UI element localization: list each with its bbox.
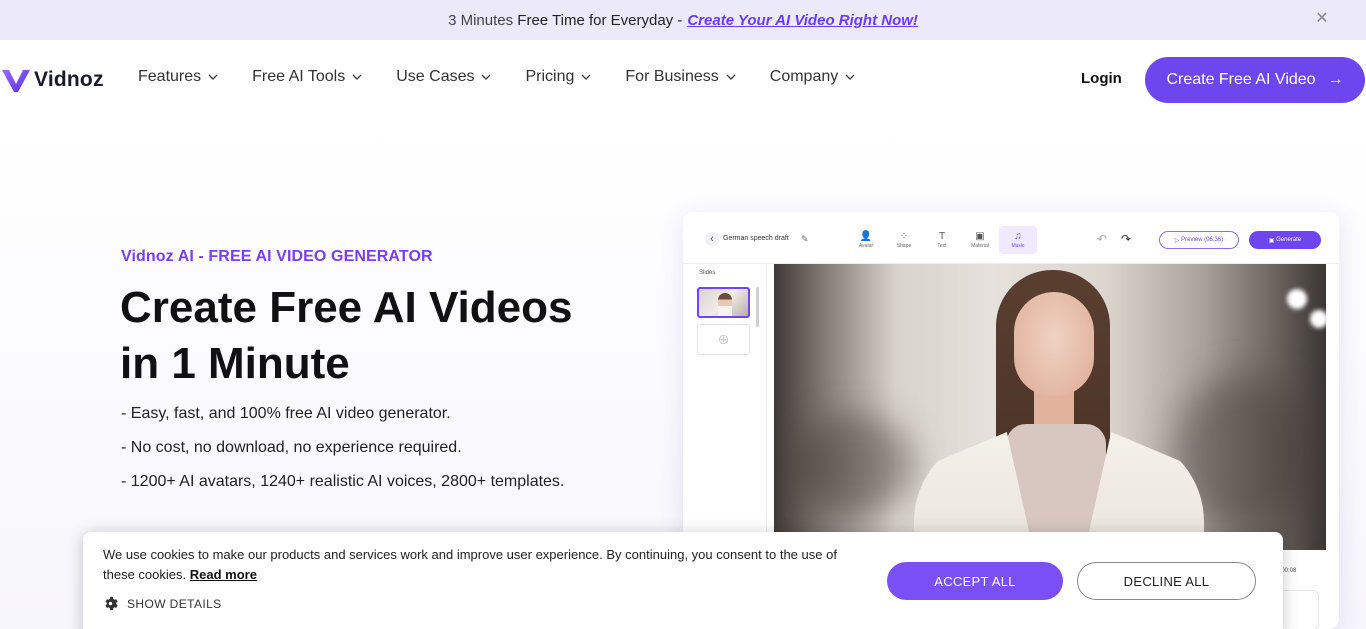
hero-eyebrow: Vidnoz AI - FREE AI VIDEO GENERATOR (121, 248, 433, 265)
chevron-down-icon (581, 74, 591, 80)
chevron-down-icon (208, 74, 218, 80)
tool-music: ♫ Music (999, 226, 1037, 254)
tool-label: Material (971, 243, 989, 249)
text-icon: T (938, 231, 946, 242)
announcement-bar: 3 Minutes Free Time for Everyday - Creat… (0, 0, 1366, 40)
add-slide-icon: ⊕ (697, 324, 750, 355)
tool-label: Shape (896, 243, 912, 249)
slide-thumbnail (697, 287, 750, 318)
redo-icon: ↷ (1121, 232, 1132, 246)
announcement-prefix: Free Time for Everyday - (517, 11, 683, 29)
bullet-item: - Easy, fast, and 100% free AI video gen… (121, 405, 451, 422)
editor-preview-button: ▷ Preview (06:36) (1159, 231, 1239, 249)
menu-label: Free AI Tools (252, 68, 346, 85)
menu-label: Use Cases (396, 68, 475, 85)
headline-line-2: in 1 Minute (120, 339, 350, 388)
preview-label: Preview (06:36) (1181, 237, 1224, 243)
read-more-link[interactable]: Read more (190, 567, 257, 582)
logo-text: Vidnoz (34, 68, 104, 91)
chevron-down-icon (726, 74, 736, 80)
main-menu: Features Free AI Tools Use Cases Pricing… (138, 68, 889, 86)
announcement-link[interactable]: Create Your AI Video Right Now! (687, 12, 918, 29)
gear-icon (105, 596, 118, 611)
generate-icon: ▣ (1268, 237, 1277, 244)
menu-free-ai-tools[interactable]: Free AI Tools (252, 68, 363, 86)
editor-title: German speech draft (723, 235, 789, 242)
chevron-down-icon (845, 74, 855, 80)
chevron-down-icon (481, 74, 491, 80)
shape-icon: ⁘ (899, 231, 909, 242)
hero-headline: Create Free AI Videos in 1 Minute (120, 280, 640, 392)
cta-label: Create Free AI Video (1166, 71, 1316, 88)
material-icon: ▣ (975, 231, 985, 242)
tool-material: ▣ Material (961, 226, 999, 254)
headline-line-1: Create Free AI Videos (120, 283, 573, 332)
menu-pricing[interactable]: Pricing (525, 68, 592, 86)
bullet-item: - 1200+ AI avatars, 1240+ realistic AI v… (121, 473, 565, 490)
menu-label: Company (769, 68, 839, 85)
vidnoz-logo-icon (2, 70, 30, 92)
login-link[interactable]: Login (1081, 70, 1122, 87)
announcement-prefix-muted: 3 Minutes (448, 11, 514, 29)
accept-all-button[interactable]: ACCEPT ALL (887, 562, 1063, 600)
menu-label: Features (138, 68, 202, 85)
close-icon[interactable]: ✕ (1314, 11, 1330, 27)
pencil-icon: ✎ (801, 234, 809, 244)
avatar-video-canvas (774, 264, 1326, 550)
cookie-banner: We use cookies to make our products and … (83, 532, 1283, 629)
back-icon: ‹ (705, 232, 719, 246)
chevron-down-icon (352, 74, 362, 80)
decline-all-button[interactable]: DECLINE ALL (1077, 562, 1256, 600)
tool-shape: ⁘ Shape (885, 226, 923, 254)
arrow-right-icon: → (1327, 71, 1344, 88)
menu-for-business[interactable]: For Business (625, 68, 736, 86)
top-nav: Vidnoz Features Free AI Tools Use Cases … (0, 40, 1366, 120)
show-details-label: SHOW DETAILS (127, 596, 222, 611)
slides-label: Slides (699, 270, 716, 276)
create-free-ai-video-button[interactable]: Create Free AI Video → (1145, 57, 1365, 103)
generate-label: Generate (1276, 237, 1302, 243)
show-details-toggle[interactable]: SHOW DETAILS (103, 596, 222, 611)
menu-label: Pricing (525, 68, 575, 85)
menu-features[interactable]: Features (138, 68, 219, 86)
cookie-message: We use cookies to make our products and … (103, 545, 863, 585)
menu-company[interactable]: Company (770, 68, 856, 86)
editor-generate-button: ▣ Generate (1249, 231, 1321, 249)
slides-scrollbar (756, 287, 759, 327)
editor-toolbar: ‹ German speech draft ✎ 👤 Avatar ⁘ Shape T… (683, 212, 1339, 264)
menu-use-cases[interactable]: Use Cases (396, 68, 492, 86)
music-icon: ♫ (1014, 231, 1022, 242)
tool-label: Avatar (858, 243, 874, 249)
tool-label: Music (1011, 243, 1025, 249)
tool-avatar: 👤 Avatar (847, 226, 885, 254)
logo[interactable]: Vidnoz (0, 64, 104, 96)
undo-icon: ↶ (1097, 232, 1108, 246)
hero-bullets: - Easy, fast, and 100% free AI video gen… (121, 405, 564, 507)
avatar-icon: 👤 (859, 231, 873, 242)
tool-text: T Text (923, 226, 961, 254)
bullet-item: - No cost, no download, no experience re… (121, 439, 462, 456)
menu-label: For Business (625, 68, 719, 85)
editor-tools: 👤 Avatar ⁘ Shape T Text ▣ Material ♫ Music (847, 226, 1037, 254)
tool-label: Text (937, 243, 947, 249)
